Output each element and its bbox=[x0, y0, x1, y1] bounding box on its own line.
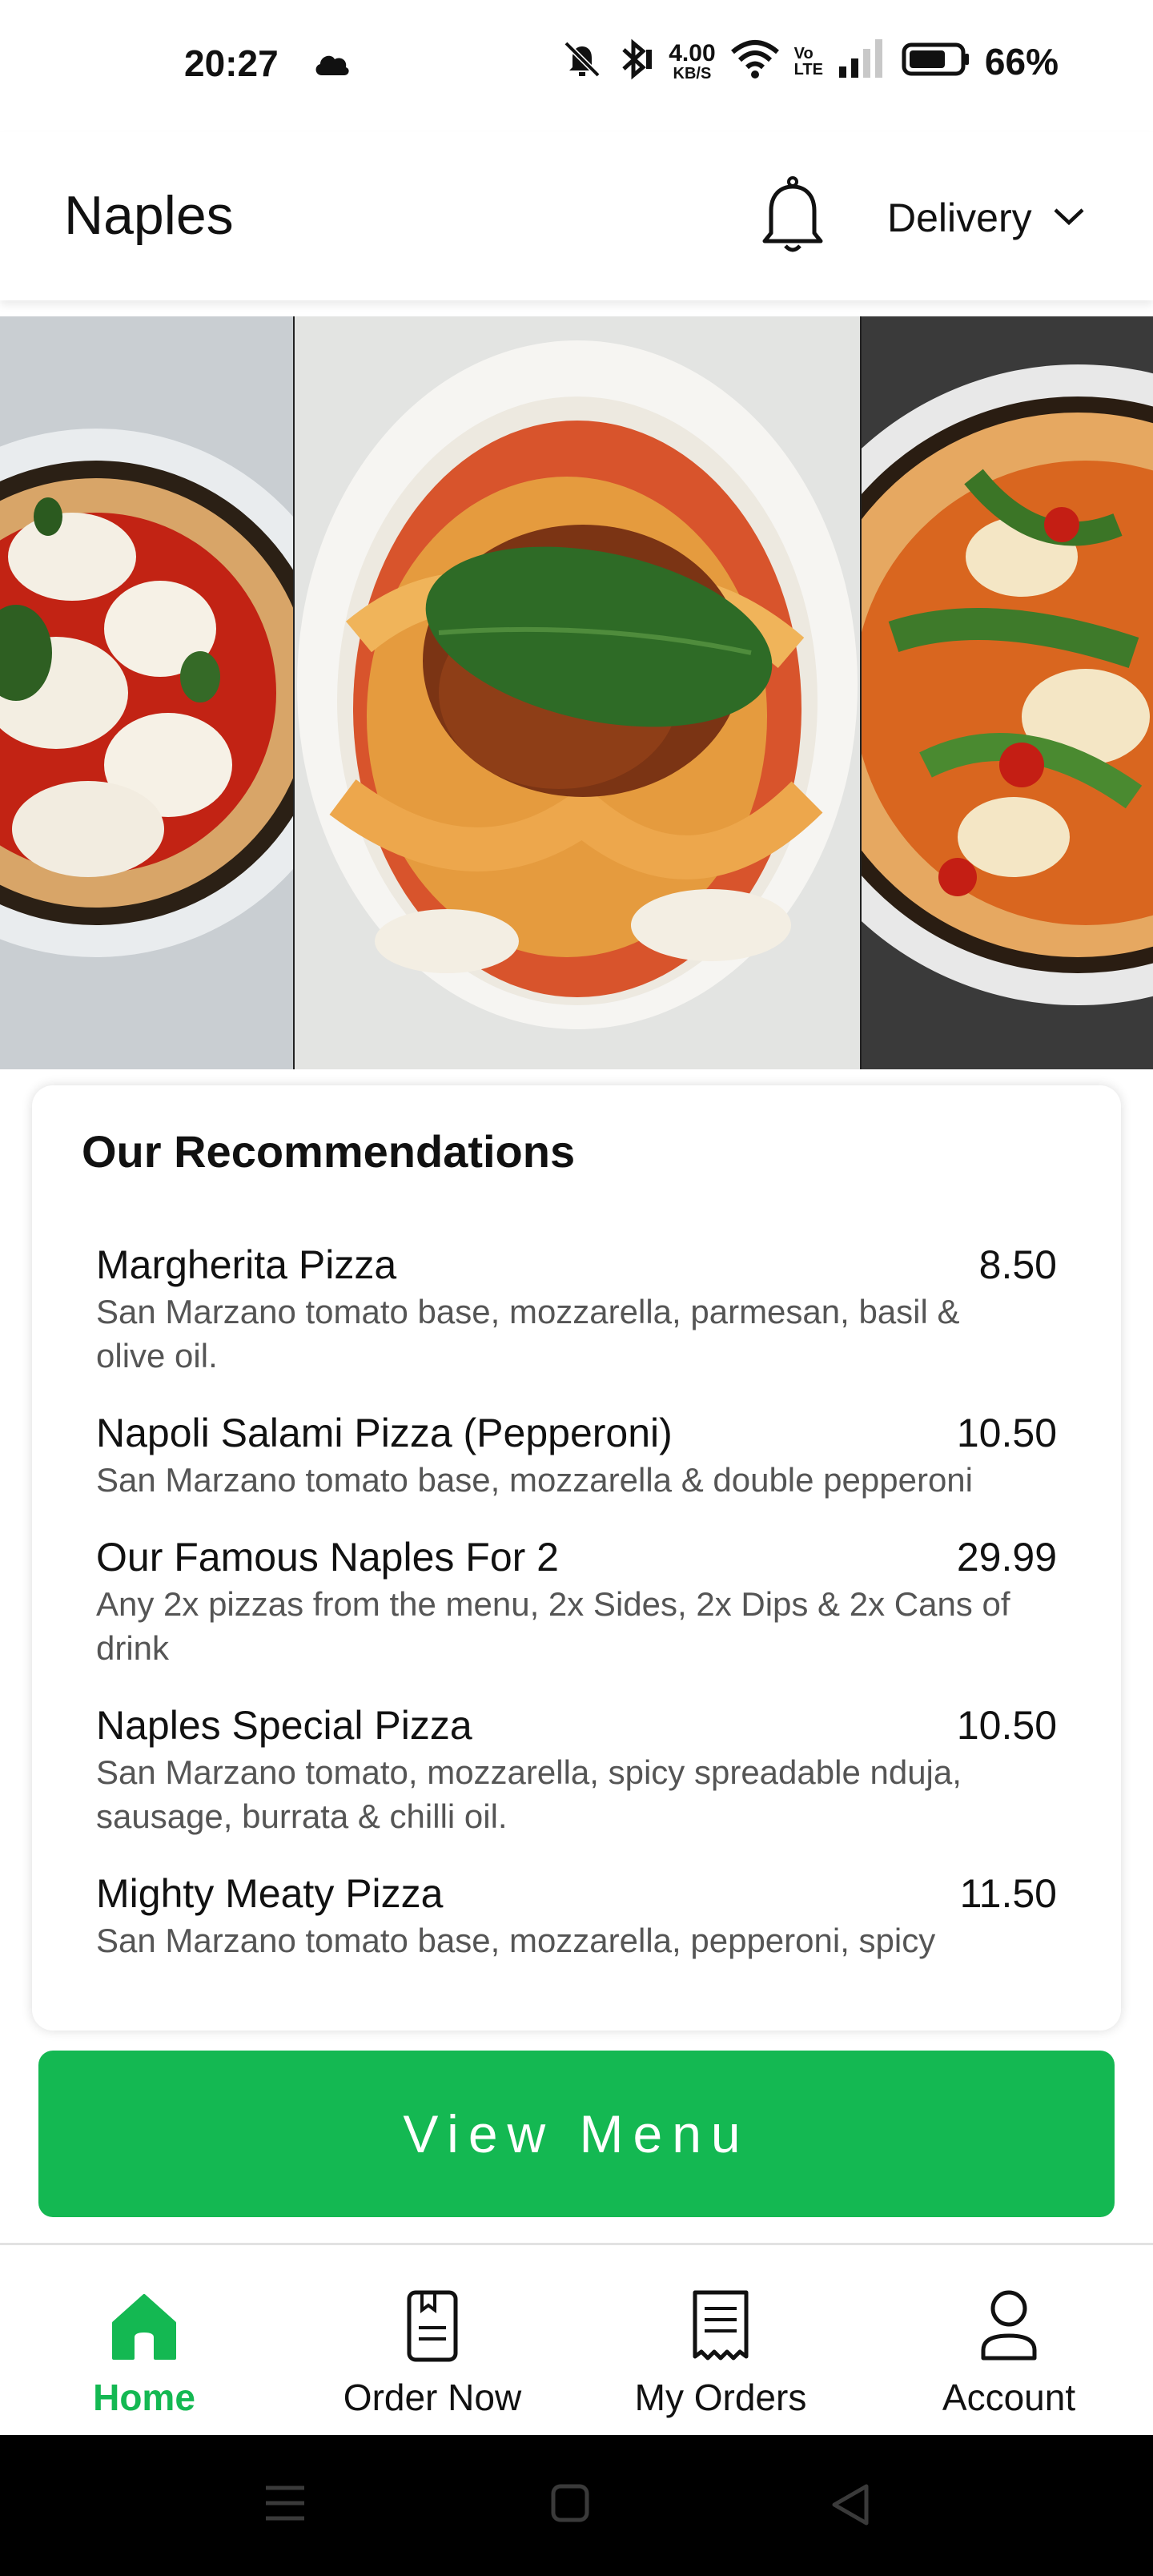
item-name: Napoli Salami Pizza (Pepperoni) bbox=[96, 1411, 673, 1455]
nav-item-my-orders[interactable]: My Orders bbox=[576, 2245, 865, 2437]
nav-label: My Orders bbox=[634, 2377, 807, 2418]
status-bar: 20:27 4.00 KB/S Vo LTE 66% bbox=[0, 0, 1153, 132]
home-icon bbox=[110, 2289, 178, 2369]
item-description: San Marzano tomato base, mozzarella & do… bbox=[96, 1461, 973, 1499]
battery-icon bbox=[902, 41, 970, 82]
rocket-pizza-image[interactable] bbox=[862, 316, 1153, 1069]
app-header: Naples Delivery bbox=[0, 132, 1153, 300]
recommendations-list: Margherita Pizza 8.50 San Marzano tomato… bbox=[96, 1242, 1057, 1994]
recommendations-heading: Our Recommendations bbox=[82, 1126, 576, 1177]
back-icon[interactable] bbox=[830, 2483, 871, 2530]
list-item[interactable]: Mighty Meaty Pizza 11.50 San Marzano tom… bbox=[96, 1870, 1057, 1962]
nav-label: Account bbox=[942, 2377, 1076, 2418]
margherita-pizza-image[interactable] bbox=[0, 316, 293, 1069]
signal-icon bbox=[838, 39, 887, 83]
nav-item-account[interactable]: Account bbox=[865, 2245, 1153, 2437]
list-item[interactable]: Napoli Salami Pizza (Pepperoni) 10.50 Sa… bbox=[96, 1410, 1057, 1502]
restaurant-title: Naples bbox=[64, 185, 234, 246]
item-name: Mighty Meaty Pizza bbox=[96, 1871, 444, 1916]
delivery-mode-selector[interactable]: Delivery bbox=[887, 195, 1085, 241]
system-nav-bar bbox=[0, 2435, 1153, 2576]
home-square-icon[interactable] bbox=[551, 2483, 589, 2527]
nav-label: Home bbox=[93, 2377, 195, 2418]
view-menu-button[interactable]: View Menu bbox=[38, 2051, 1115, 2217]
bottom-nav: Home Order Now My Orders Account bbox=[0, 2243, 1153, 2435]
item-description: San Marzano tomato base, mozzarella, pep… bbox=[96, 1922, 936, 1959]
nav-item-order-now[interactable]: Order Now bbox=[288, 2245, 576, 2437]
item-price: 10.50 bbox=[956, 1411, 1057, 1455]
status-icons: 4.00 KB/S Vo LTE 66% bbox=[561, 38, 1059, 84]
account-icon bbox=[978, 2289, 1039, 2369]
item-description: San Marzano tomato base, mozzarella, par… bbox=[96, 1293, 960, 1375]
item-description: Any 2x pizzas from the menu, 2x Sides, 2… bbox=[96, 1585, 1010, 1667]
menu-icon[interactable] bbox=[264, 2483, 306, 2527]
net-speed: 4.00 KB/S bbox=[669, 39, 716, 83]
cloud-icon bbox=[312, 50, 351, 81]
tagliatelle-bolognese-image[interactable] bbox=[295, 316, 860, 1069]
volte-indicator: Vo LTE bbox=[793, 44, 823, 78]
status-time: 20:27 bbox=[184, 42, 279, 84]
item-name: Our Famous Naples For 2 bbox=[96, 1535, 559, 1580]
chevron-down-icon bbox=[1053, 207, 1085, 230]
item-price: 11.50 bbox=[959, 1871, 1057, 1916]
list-item[interactable]: Margherita Pizza 8.50 San Marzano tomato… bbox=[96, 1242, 1057, 1378]
battery-percent: 66% bbox=[984, 40, 1059, 83]
bluetooth-icon bbox=[617, 38, 654, 84]
item-name: Naples Special Pizza bbox=[96, 1703, 472, 1748]
recommendations-card: Our Recommendations Margherita Pizza 8.5… bbox=[32, 1085, 1121, 2031]
item-price: 8.50 bbox=[978, 1242, 1057, 1287]
order-icon bbox=[404, 2289, 460, 2369]
nav-label: Order Now bbox=[343, 2377, 522, 2418]
list-item[interactable]: Our Famous Naples For 2 29.99 Any 2x piz… bbox=[96, 1534, 1057, 1670]
mute-icon bbox=[561, 38, 603, 84]
item-name: Margherita Pizza bbox=[96, 1242, 397, 1287]
receipt-icon bbox=[690, 2289, 751, 2369]
food-carousel[interactable] bbox=[0, 316, 1153, 1069]
notification-bell-icon[interactable] bbox=[757, 172, 829, 260]
item-price: 29.99 bbox=[956, 1535, 1057, 1580]
nav-item-home[interactable]: Home bbox=[0, 2245, 288, 2437]
list-item[interactable]: Naples Special Pizza 10.50 San Marzano t… bbox=[96, 1702, 1057, 1838]
item-price: 10.50 bbox=[956, 1703, 1057, 1748]
delivery-mode-label: Delivery bbox=[887, 195, 1032, 240]
wifi-icon bbox=[730, 39, 780, 83]
item-description: San Marzano tomato, mozzarella, spicy sp… bbox=[96, 1753, 962, 1835]
